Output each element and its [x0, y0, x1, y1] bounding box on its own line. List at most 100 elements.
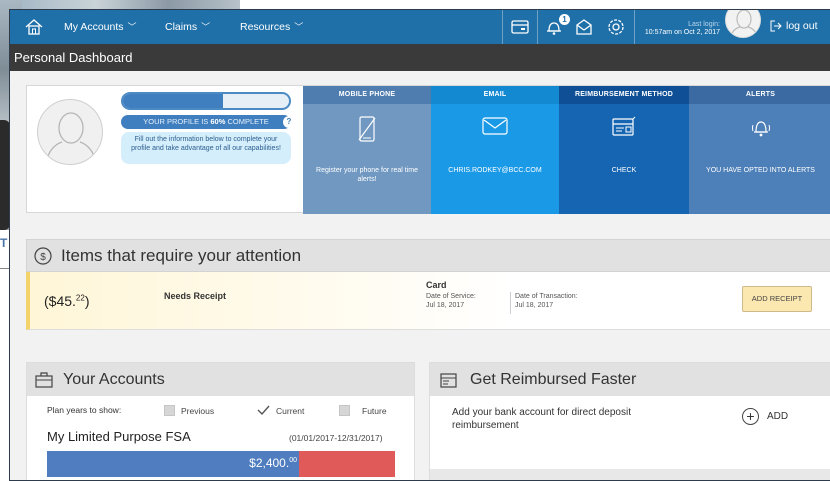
tile-mobile-phone[interactable]: MOBILE PHONE Register your phone for rea…: [303, 86, 431, 214]
last-login-label: Last login:: [688, 21, 720, 28]
chevron-down-icon: ﹀: [201, 22, 211, 32]
account-name[interactable]: My Limited Purpose FSA: [47, 429, 191, 444]
date-of-service-value: Jul 18, 2017: [426, 302, 465, 309]
info-icon[interactable]: ?: [283, 116, 295, 128]
mail-icon[interactable]: [574, 17, 594, 37]
accounts-header: Your Accounts: [27, 363, 414, 396]
phone-icon: [303, 116, 431, 142]
bell-icon: [689, 116, 830, 142]
attention-status: Needs Receipt: [164, 291, 227, 301]
accounts-panel: Your Accounts Plan years to show: Previo…: [26, 362, 415, 480]
profile-card: YOUR PROFILE IS 60% COMPLETE ? Fill out …: [26, 85, 830, 214]
reimburse-panel: Get Reimbursed Faster Add your bank acco…: [429, 362, 830, 480]
dashboard-content: YOUR PROFILE IS 60% COMPLETE ? Fill out …: [10, 71, 830, 480]
amount-main: ($45.: [44, 293, 76, 309]
date-of-service: Date of Service: Jul 18, 2017: [426, 292, 476, 310]
nav-my-accounts-label: My Accounts: [64, 20, 124, 33]
plan-year-label: Previous: [181, 405, 215, 416]
tile-header: MOBILE PHONE: [303, 86, 431, 104]
accounts-title: Your Accounts: [63, 371, 165, 388]
plan-years-label: Plan years to show:: [47, 405, 122, 415]
tile-value: YOU HAVE OPTED INTO ALERTS: [706, 167, 815, 174]
checkbox[interactable]: [339, 405, 350, 416]
date-of-service-label: Date of Service:: [426, 293, 476, 300]
plan-year-current[interactable]: Current: [257, 405, 304, 416]
attention-header: $ Items that require your attention: [26, 239, 830, 272]
app-window: My Accounts ﹀ Claims ﹀ Resources ﹀ 1 Las…: [9, 9, 830, 481]
logout-icon: [770, 20, 782, 32]
plan-year-previous[interactable]: Previous: [164, 405, 214, 416]
profile-status-value: 60%: [210, 117, 226, 126]
nav-resources-label: Resources: [240, 20, 291, 33]
reimburse-header: Get Reimbursed Faster: [430, 363, 830, 396]
envelope-icon: [431, 116, 559, 142]
attention-amount: ($45.22): [44, 293, 90, 309]
tile-reimbursement-method[interactable]: REIMBURSEMENT METHOD CHECK: [559, 86, 689, 214]
tile-value: Register your phone for real time alerts…: [316, 167, 418, 183]
balance-value: $2,400.00: [47, 456, 300, 470]
profile-progress-bar: [121, 92, 291, 110]
checkmark-icon[interactable]: [257, 405, 270, 416]
attention-title: Items that require your attention: [61, 246, 302, 265]
svg-text:$: $: [40, 252, 46, 263]
date-of-transaction-value: Jul 18, 2017: [515, 302, 554, 309]
plan-year-label: Future: [362, 405, 387, 416]
account-range: (01/01/2017-12/31/2017): [289, 433, 383, 443]
avatar[interactable]: [725, 10, 761, 38]
profile-avatar[interactable]: [37, 99, 103, 165]
top-nav: My Accounts ﹀ Claims ﹀ Resources ﹀ 1 Las…: [10, 10, 830, 44]
amount-cents: 22: [75, 293, 85, 303]
card-icon[interactable]: [510, 17, 530, 37]
last-login-value: 10:57am on Oct 2, 2017: [644, 29, 720, 36]
page-title: Personal Dashboard: [10, 44, 830, 71]
attention-item[interactable]: ($45.22) Needs Receipt Card Date of Serv…: [26, 272, 830, 330]
tile-header: EMAIL: [431, 86, 559, 104]
home-icon[interactable]: [24, 17, 44, 37]
check-register-icon: [440, 371, 458, 389]
plus-circle-icon: +: [742, 408, 759, 425]
briefcase-icon: [35, 371, 53, 389]
tile-header: ALERTS: [689, 86, 830, 104]
logout-label: log out: [786, 20, 818, 32]
date-of-transaction-label: Date of Transaction:: [515, 293, 578, 300]
tile-email[interactable]: EMAIL CHRIS.RODKEY@BCC.COM: [431, 86, 559, 214]
profile-progress-fill: [123, 94, 223, 108]
profile-hint: Fill out the information below to comple…: [121, 132, 291, 164]
chevron-down-icon: ﹀: [294, 22, 304, 32]
tile-value: CHECK: [611, 167, 637, 174]
reimburse-footer: [430, 469, 830, 480]
profile-status-suffix: COMPLETE: [225, 117, 269, 126]
tile-header: REIMBURSEMENT METHOD: [559, 86, 689, 104]
add-receipt-button[interactable]: ADD RECEIPT: [742, 286, 812, 312]
add-bank-button[interactable]: + ADD: [742, 408, 788, 425]
attention-type: Card: [426, 280, 447, 290]
checkbox[interactable]: [164, 405, 175, 416]
plan-year-future[interactable]: Future: [339, 405, 387, 416]
reimburse-text: Add your bank account for direct deposit…: [452, 407, 631, 431]
nav-divider: [537, 10, 538, 44]
nav-resources[interactable]: Resources ﹀: [240, 20, 303, 33]
logout-button[interactable]: log out: [770, 20, 818, 32]
amount-close: ): [84, 293, 90, 309]
nav-claims[interactable]: Claims ﹀: [165, 20, 210, 33]
balance-cents: 00: [289, 457, 297, 464]
nav-divider: [634, 10, 635, 44]
check-register-icon: [559, 116, 689, 142]
gear-icon[interactable]: [606, 17, 626, 37]
balance-main: $2,400.: [249, 456, 290, 470]
plan-year-label: Current: [276, 405, 305, 416]
profile-status: YOUR PROFILE IS 60% COMPLETE: [121, 115, 291, 129]
tile-alerts[interactable]: ALERTS YOU HAVE OPTED INTO ALERTS: [689, 86, 830, 214]
nav-divider: [502, 10, 503, 44]
reimburse-title: Get Reimbursed Faster: [470, 371, 637, 388]
profile-status-prefix: YOUR PROFILE IS: [143, 117, 211, 126]
last-login: Last login: 10:57am on Oct 2, 2017: [638, 21, 720, 37]
balance-bar[interactable]: $2,400.00: [47, 451, 395, 477]
add-label: ADD: [767, 411, 789, 422]
background-fragment: T: [0, 236, 8, 250]
chevron-down-icon: ﹀: [127, 22, 137, 32]
nav-my-accounts[interactable]: My Accounts ﹀: [64, 20, 137, 33]
date-of-transaction: Date of Transaction: Jul 18, 2017: [510, 292, 578, 314]
dollar-circle-icon: $: [33, 246, 53, 266]
tile-value: CHRIS.RODKEY@BCC.COM: [448, 167, 542, 174]
